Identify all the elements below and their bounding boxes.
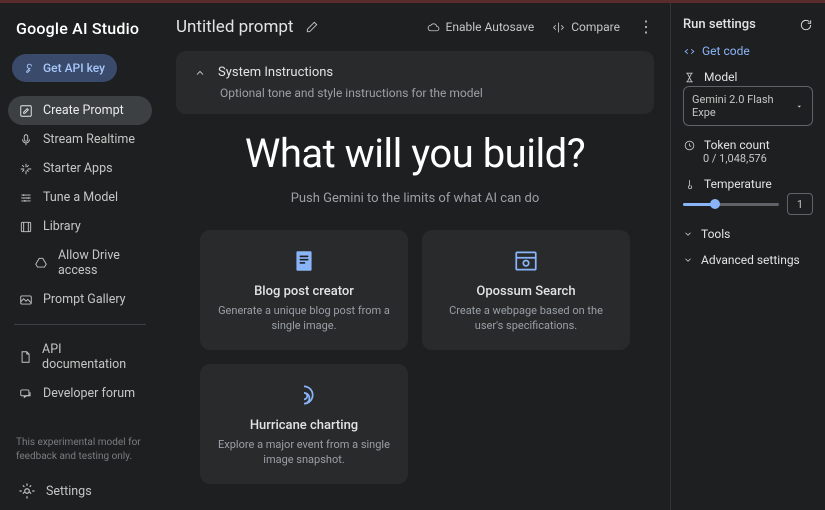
sidebar-note: This experimental model for feedback and… [8,428,152,472]
card-desc: Generate a unique blog post from a singl… [214,303,394,334]
sidebar-item-tune-model[interactable]: Tune a Model [8,183,152,212]
system-instructions-header[interactable]: System Instructions [194,65,636,80]
temperature-value[interactable]: 1 [787,193,813,215]
chevron-down-icon [795,102,804,111]
cloud-icon [427,21,440,34]
sidebar-item-label: API documentation [42,342,142,372]
autosave-label: Enable Autosave [446,20,535,34]
run-settings-panel: Run settings Get code Model Gemini 2.0 F… [670,3,825,510]
edit-title-icon[interactable] [305,20,319,34]
refresh-icon[interactable] [799,18,813,32]
document-icon [291,248,317,274]
key-icon [24,62,37,75]
get-api-key-label: Get API key [43,61,105,75]
card-opossum-search[interactable]: Opossum Search Create a webpage based on… [422,230,630,350]
hero: What will you build? Push Gemini to the … [176,130,654,206]
compare-button[interactable]: Compare [552,20,620,34]
sidebar-item-create-prompt[interactable]: Create Prompt [8,96,152,125]
pencil-box-icon [18,103,33,118]
get-code-label: Get code [702,44,750,58]
card-hurricane-charting[interactable]: Hurricane charting Explore a major event… [200,364,408,484]
sidebar-item-label: Prompt Gallery [43,292,126,307]
token-count-label: Token count [704,138,770,152]
main-area: Untitled prompt Enable Autosave Compare … [160,3,670,510]
sidebar-item-stream-realtime[interactable]: Stream Realtime [8,125,152,154]
hero-title: What will you build? [176,130,654,177]
sidebar-item-label: Allow Drive access [58,248,142,278]
library-icon [18,219,33,234]
divider [14,324,146,325]
sidebar: Google AI Studio Get API key Create Prom… [0,3,160,510]
run-settings-title: Run settings [683,17,756,32]
sidebar-item-allow-drive[interactable]: Allow Drive access [8,241,152,285]
temperature-label: Temperature [704,177,772,191]
chevron-up-icon [194,67,206,79]
model-select[interactable]: Gemini 2.0 Flash Expe [683,86,813,126]
mic-icon [18,132,33,147]
get-api-key-button[interactable]: Get API key [12,54,117,82]
settings-label: Settings [46,484,92,499]
sidebar-item-library[interactable]: Library [8,212,152,241]
doc-icon [18,350,32,365]
sliders-icon [18,190,33,205]
gallery-icon [18,292,33,307]
card-title: Hurricane charting [214,418,394,433]
chevron-down-icon [683,229,693,239]
sidebar-item-label: Tune a Model [43,190,118,205]
card-desc: Explore a major event from a single imag… [214,437,394,468]
card-title: Blog post creator [214,284,394,299]
compare-icon [552,21,565,34]
code-icon [683,45,696,58]
header: Untitled prompt Enable Autosave Compare … [160,3,670,51]
sidebar-item-api-docs[interactable]: API documentation [8,335,152,379]
sidebar-item-label: Developer forum [43,386,135,401]
model-value: Gemini 2.0 Flash Expe [692,93,795,119]
more-menu-icon[interactable]: ⋮ [638,19,654,35]
compare-label: Compare [571,20,620,34]
prompt-title: Untitled prompt [176,17,293,37]
advanced-settings-expander[interactable]: Advanced settings [683,253,813,267]
hurricane-icon [291,382,317,408]
card-title: Opossum Search [436,284,616,299]
sidebar-item-label: Starter Apps [43,161,113,176]
system-instructions-title: System Instructions [218,65,333,80]
gear-icon [18,482,36,500]
model-label: Model [704,70,737,84]
tools-expander[interactable]: Tools [683,227,813,241]
tools-label: Tools [701,227,730,241]
token-count-value: 0 / 1,048,576 [703,152,813,165]
browser-icon [513,248,539,274]
hero-subtitle: Push Gemini to the limits of what AI can… [176,191,654,206]
drive-icon [34,256,48,271]
app-logo: Google AI Studio [8,15,152,54]
get-code-link[interactable]: Get code [683,44,813,58]
token-icon [683,139,696,152]
system-instructions-block[interactable]: System Instructions Optional tone and st… [176,51,654,114]
sidebar-item-prompt-gallery[interactable]: Prompt Gallery [8,285,152,314]
chevron-down-icon [683,255,693,265]
content-scroll: System Instructions Optional tone and st… [160,51,670,510]
thermometer-icon [683,178,696,191]
sparkle-icon [18,161,33,176]
sidebar-item-label: Stream Realtime [43,132,135,147]
model-icon [683,71,696,84]
sidebar-item-settings[interactable]: Settings [8,472,152,510]
sidebar-item-label: Library [43,219,81,234]
system-instructions-placeholder: Optional tone and style instructions for… [220,86,636,100]
enable-autosave-button[interactable]: Enable Autosave [427,20,535,34]
advanced-label: Advanced settings [701,253,800,267]
example-cards: Blog post creator Generate a unique blog… [176,230,654,484]
sidebar-item-dev-forum[interactable]: Developer forum [8,379,152,408]
sidebar-item-label: Create Prompt [43,103,124,118]
temperature-slider[interactable] [683,197,779,211]
card-desc: Create a webpage based on the user's spe… [436,303,616,334]
card-blog-post-creator[interactable]: Blog post creator Generate a unique blog… [200,230,408,350]
forum-icon [18,386,33,401]
sidebar-item-starter-apps[interactable]: Starter Apps [8,154,152,183]
